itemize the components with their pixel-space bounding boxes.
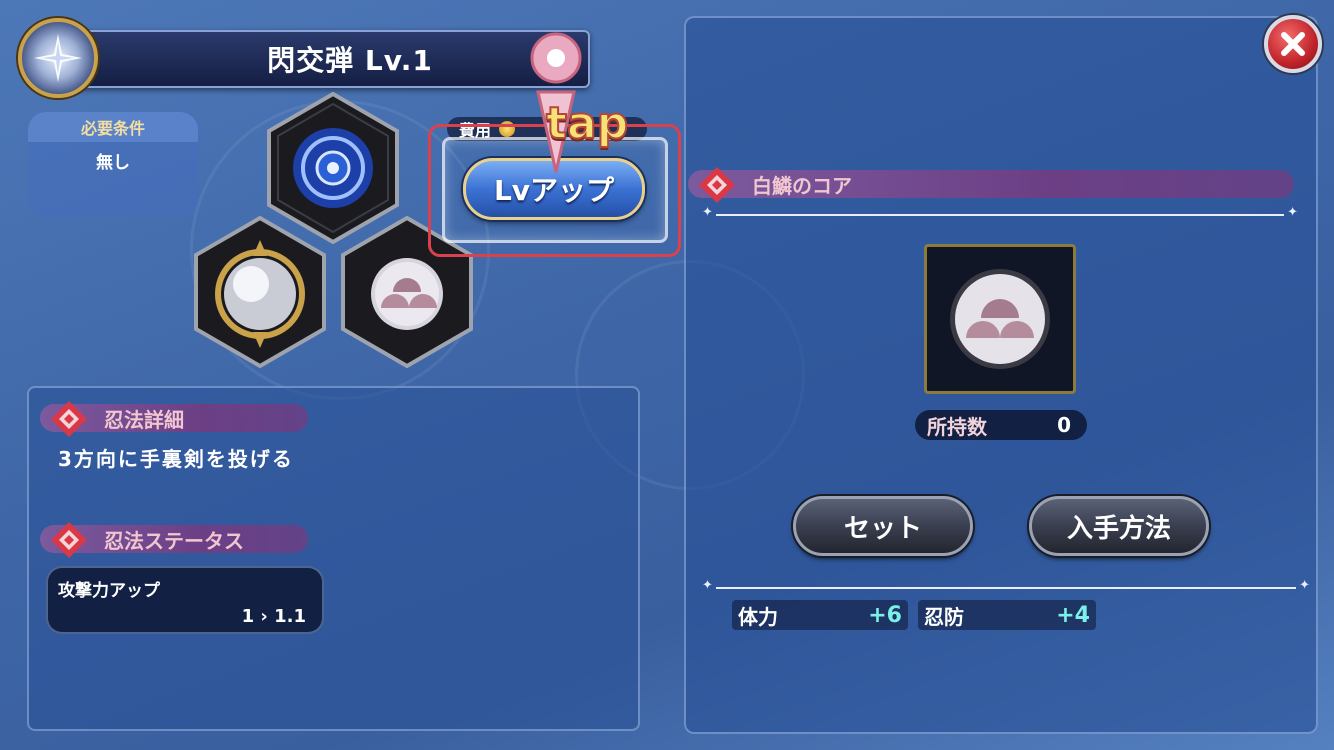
divider: [702, 205, 1298, 220]
skill-header: 閃交弾 Lv.1: [18, 18, 592, 98]
bonus-stat-hp: 体力 +6: [732, 600, 908, 630]
obtain-method-button[interactable]: 入手方法: [1029, 496, 1209, 556]
divider: [702, 578, 1310, 593]
stat-value: 1 › 1.1: [241, 606, 306, 627]
blue-orb-icon: [293, 128, 373, 208]
ninpo-description: 3方向に手裏剣を投げる: [58, 447, 294, 471]
owned-value: 0: [1057, 413, 1071, 437]
close-icon: [1281, 32, 1305, 56]
material-heading: 白鱗のコア: [688, 167, 1294, 203]
ninpo-panel: [27, 386, 640, 731]
bonus-value: +4: [1056, 602, 1090, 628]
bonus-stat-defense: 忍防 +4: [918, 600, 1096, 630]
silver-orb-slot[interactable]: [193, 216, 327, 368]
header-bar: 閃交弾 Lv.1: [70, 30, 590, 88]
owned-count: 所持数 0: [915, 410, 1087, 440]
ninpo-status-heading: 忍法ステータス: [40, 522, 308, 558]
diamond-emblem-icon: [51, 522, 87, 558]
material-item-box[interactable]: [924, 244, 1076, 394]
ninpo-detail-heading-text: 忍法詳細: [104, 407, 184, 432]
stat-name: 攻撃力アップ: [58, 581, 160, 601]
white-scale-core-icon: [371, 258, 443, 330]
diamond-emblem-icon: [699, 167, 735, 203]
tap-hint: tap: [545, 97, 629, 150]
skill-emblem-icon: [18, 18, 98, 98]
stat-card: 攻撃力アップ 1 › 1.1: [46, 566, 324, 634]
set-button[interactable]: セット: [793, 496, 973, 556]
bonus-label: 体力: [738, 604, 778, 629]
ninpo-status-heading-text: 忍法ステータス: [104, 528, 244, 553]
white-scale-core-icon: [950, 269, 1050, 369]
requirement-label: 必要条件: [28, 112, 198, 142]
diamond-emblem-icon: [51, 401, 87, 437]
page-title: 閃交弾 Lv.1: [267, 44, 433, 77]
bonus-label: 忍防: [924, 604, 964, 629]
requirement-box: 必要条件 無し: [28, 112, 198, 216]
bonus-value: +6: [868, 602, 902, 628]
owned-label: 所持数: [927, 414, 987, 439]
material-heading-text: 白鱗のコア: [752, 173, 852, 198]
ninpo-detail-heading: 忍法詳細: [40, 401, 308, 437]
close-button[interactable]: [1264, 15, 1322, 73]
requirement-value: 無し: [96, 153, 130, 173]
